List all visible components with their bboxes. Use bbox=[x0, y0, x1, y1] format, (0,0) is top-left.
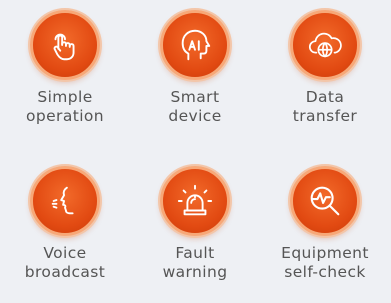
feature-label: Equipment self-check bbox=[260, 244, 390, 282]
feature-label-line-1: Smart bbox=[170, 88, 220, 106]
alarm-light-icon bbox=[177, 184, 213, 216]
hand-tap-icon bbox=[53, 33, 75, 61]
feature-icon-badge bbox=[30, 166, 100, 236]
feature-label: Fault warning bbox=[130, 244, 260, 282]
feature-label-line-2: device bbox=[168, 107, 222, 125]
feature-label: Simple operation bbox=[0, 88, 130, 126]
magnifier-pulse-icon bbox=[310, 186, 340, 216]
feature-icon-badge bbox=[30, 10, 100, 80]
feature-label-line-2: transfer bbox=[292, 107, 358, 125]
feature-label-line-1: Data bbox=[305, 88, 345, 106]
feature-icon-badge bbox=[160, 166, 230, 236]
feature-icon-badge bbox=[290, 10, 360, 80]
feature-label: Data transfer bbox=[260, 88, 390, 126]
voice-speaking-icon bbox=[51, 186, 74, 215]
feature-label-line-1: Fault bbox=[175, 244, 215, 262]
feature-label-line-2: self-check bbox=[284, 263, 366, 281]
feature-label-line-2: operation bbox=[25, 107, 105, 125]
feature-label-line-2: warning bbox=[162, 263, 228, 281]
feature-label-line-2: broadcast bbox=[24, 263, 106, 281]
feature-label: Voice broadcast bbox=[0, 244, 130, 282]
feature-label-line-1: Simple bbox=[37, 88, 93, 106]
feature-grid: Simple operation Smart device Data trans… bbox=[0, 0, 391, 303]
feature-label: Smart device bbox=[130, 88, 260, 126]
feature-icon-badge bbox=[290, 166, 360, 236]
feature-icon-badge bbox=[160, 10, 230, 80]
feature-label-line-1: Equipment bbox=[281, 244, 369, 262]
feature-label-line-1: Voice bbox=[43, 244, 87, 262]
cloud-globe-icon bbox=[308, 32, 342, 58]
ai-head-icon bbox=[181, 29, 211, 61]
